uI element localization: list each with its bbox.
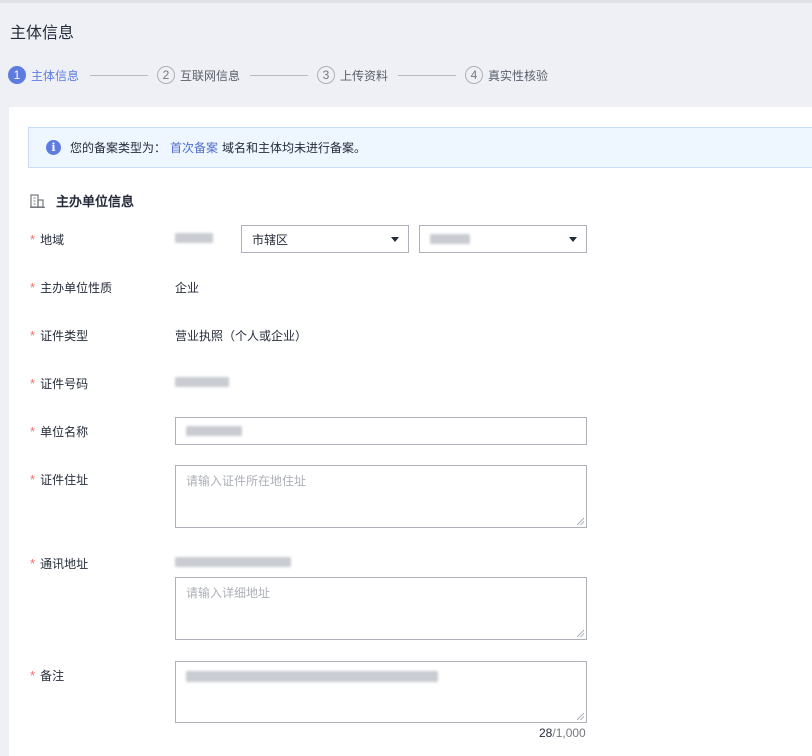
step-label: 主体信息	[31, 68, 80, 83]
cert-number-redacted	[175, 377, 229, 387]
cert-type-label: * 证件类型	[30, 327, 88, 344]
step-number: 2	[157, 66, 175, 84]
unit-name-label: * 单位名称	[30, 423, 88, 440]
step-3[interactable]: 3 上传资料	[317, 64, 388, 86]
cert-address-label: * 证件住址	[30, 471, 88, 488]
resize-grip-icon[interactable]	[577, 518, 584, 525]
remark-char-counter: 28/1,000	[539, 726, 586, 740]
record-type-notice: i 您的备案类型为： 首次备案 域名和主体均未进行备案。	[28, 127, 812, 168]
remark-text-redacted	[186, 671, 438, 682]
city-select[interactable]: 市辖区	[241, 225, 409, 253]
resize-grip-icon[interactable]	[577, 713, 584, 720]
required-mark: *	[30, 472, 36, 487]
unit-name-label-text: 单位名称	[40, 425, 89, 439]
required-mark: *	[30, 424, 36, 439]
district-select[interactable]	[419, 225, 587, 253]
step-connector	[90, 75, 148, 76]
region-label: * 地域	[30, 231, 64, 248]
section-title: 主办单位信息	[56, 194, 135, 209]
step-number: 1	[8, 66, 26, 84]
top-strip	[0, 0, 812, 3]
city-select-value: 市辖区	[252, 232, 289, 247]
mail-address-placeholder: 请输入详细地址	[186, 586, 271, 600]
required-mark: *	[30, 376, 36, 391]
step-2[interactable]: 2 互联网信息	[157, 64, 240, 86]
remark-char-max: /1,000	[552, 726, 586, 740]
cert-address-textarea[interactable]: 请输入证件所在地住址	[175, 465, 587, 528]
page-title: 主体信息	[10, 25, 75, 42]
unit-name-input[interactable]	[175, 417, 587, 445]
region-label-text: 地域	[40, 233, 65, 247]
chevron-down-icon	[569, 237, 577, 242]
step-number: 3	[317, 66, 335, 84]
required-mark: *	[30, 668, 36, 683]
step-connector	[250, 75, 308, 76]
remark-label: * 备注	[30, 667, 64, 684]
mail-region-redacted	[175, 557, 291, 567]
remark-textarea[interactable]	[175, 661, 587, 723]
step-label: 真实性核验	[488, 68, 549, 83]
required-mark: *	[30, 232, 36, 247]
required-mark: *	[30, 556, 36, 571]
cert-type-value: 营业执照（个人或企业）	[175, 329, 308, 343]
mail-address-label-text: 通讯地址	[40, 557, 89, 571]
record-type-link[interactable]: 首次备案	[170, 139, 218, 156]
step-4[interactable]: 4 真实性核验	[465, 64, 548, 86]
building-icon	[30, 193, 45, 208]
cert-number-label: * 证件号码	[30, 375, 88, 392]
province-value-redacted	[175, 233, 213, 243]
cert-address-placeholder: 请输入证件所在地住址	[186, 474, 307, 488]
chevron-down-icon	[391, 237, 399, 242]
unit-name-redacted	[186, 426, 242, 436]
mail-address-textarea[interactable]: 请输入详细地址	[175, 577, 587, 640]
step-label: 互联网信息	[180, 68, 241, 83]
mail-address-label: * 通讯地址	[30, 555, 88, 572]
step-number: 4	[465, 66, 483, 84]
district-value-redacted	[430, 234, 470, 244]
cert-type-label-text: 证件类型	[40, 329, 89, 343]
notice-suffix: 域名和主体均未进行备案。	[222, 141, 367, 155]
step-connector	[398, 75, 456, 76]
section-header: 主办单位信息	[30, 191, 134, 210]
cert-address-label-text: 证件住址	[40, 473, 89, 487]
resize-grip-icon[interactable]	[577, 630, 584, 637]
cert-number-label-text: 证件号码	[40, 377, 89, 391]
step-label: 上传资料	[340, 68, 389, 83]
form-card: i 您的备案类型为： 首次备案 域名和主体均未进行备案。 主办单位信息 * 地域 …	[9, 107, 812, 756]
unit-nature-label-text: 主办单位性质	[40, 281, 113, 295]
info-icon: i	[46, 140, 61, 155]
unit-nature-value: 企业	[175, 281, 200, 295]
notice-prefix: 您的备案类型为：	[70, 141, 167, 155]
unit-nature-label: * 主办单位性质	[30, 279, 112, 296]
remark-char-count: 28	[539, 726, 553, 740]
required-mark: *	[30, 280, 36, 295]
step-1[interactable]: 1 主体信息	[8, 64, 79, 86]
remark-label-text: 备注	[40, 669, 65, 683]
required-mark: *	[30, 328, 36, 343]
